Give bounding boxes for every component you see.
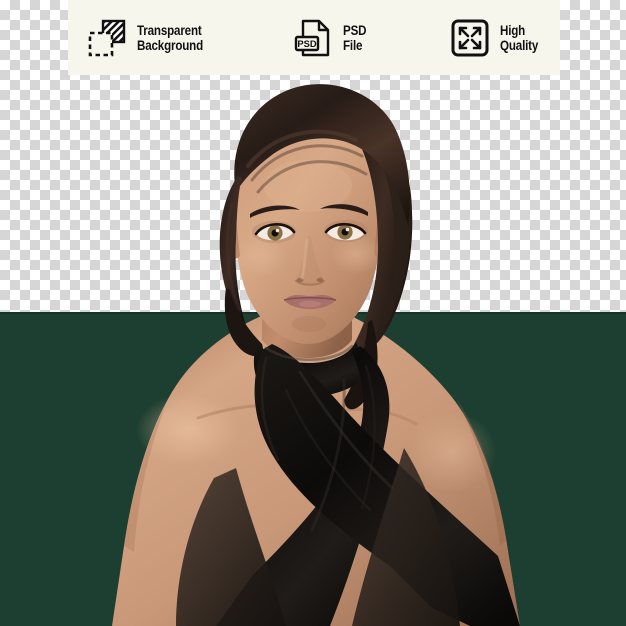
- feature-banner: Transparent Background PSD PSD File High…: [68, 0, 560, 75]
- high-quality-expand-icon: [449, 17, 491, 59]
- badge-transparent-background: Transparent Background: [86, 17, 214, 59]
- badge-psd-file: PSD PSD File: [292, 17, 370, 59]
- product-mockup-canvas: Transparent Background PSD PSD File High…: [0, 0, 626, 626]
- woman-portrait-image: [0, 0, 626, 626]
- badge-transparent-background-label: Transparent Background: [137, 22, 204, 53]
- badge-high-quality-label: High Quality: [499, 22, 538, 53]
- psd-icon-label: PSD: [297, 38, 317, 49]
- psd-file-icon: PSD: [292, 17, 334, 59]
- badge-high-quality: High Quality: [449, 17, 544, 59]
- transparent-background-icon: [86, 17, 128, 59]
- badge-psd-file-label: PSD File: [343, 22, 367, 53]
